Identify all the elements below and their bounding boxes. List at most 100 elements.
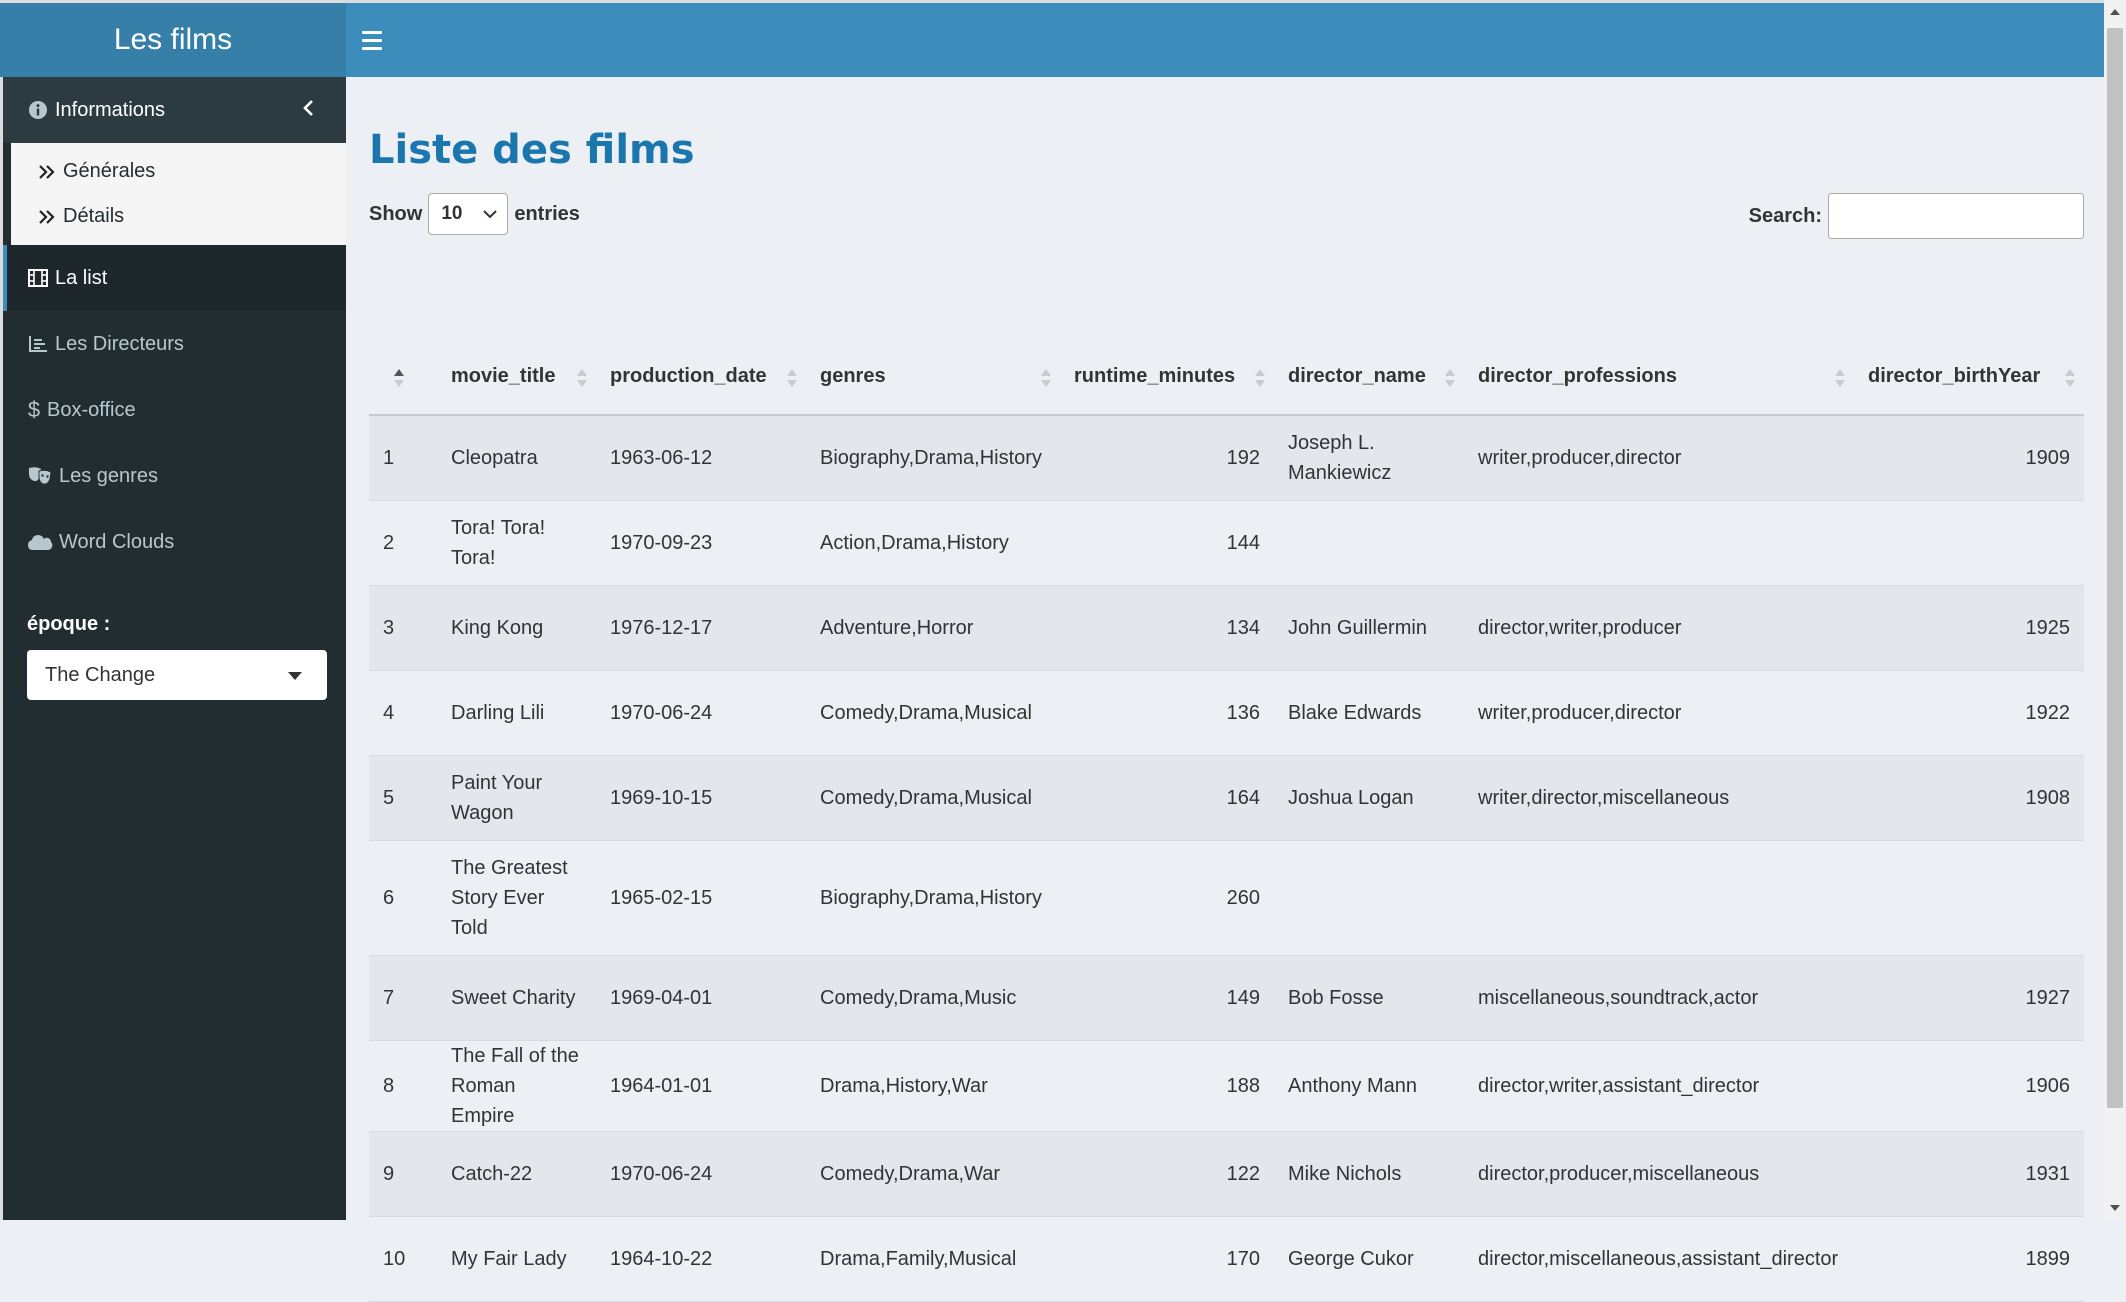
table-row[interactable]: 2 Tora! Tora! Tora! 1970-09-23 Action,Drama… (369, 500, 2084, 585)
table-body: 1 Cleopatra 1963-06-12 Biography,Drama,Hist… (369, 415, 2084, 1301)
table-row[interactable]: 6 The Greatest Story Ever Told 1965-02-15 B… (369, 840, 2084, 955)
column-header-production-date[interactable]: production_date (596, 339, 806, 416)
table-cell-genres: Drama,History,War (820, 1074, 988, 1097)
page-title: Liste des films (369, 127, 695, 173)
sidebar-item-label: Les genres (59, 464, 158, 487)
table-cell-director-name: Joshua Logan (1288, 786, 1414, 809)
scroll-down-arrow-icon[interactable] (2109, 1202, 2121, 1214)
table-cell-index: 8 (383, 1074, 395, 1097)
table-cell-index: 10 (383, 1247, 406, 1270)
table-cell-director-professions: director,writer,assistant_director (1478, 1074, 1760, 1097)
table-cell-index: 9 (383, 1162, 395, 1185)
column-header-index[interactable] (369, 339, 437, 416)
sidebar: Informations Générales Détails La list L… (0, 77, 346, 1220)
sidebar-toggle-icon[interactable] (362, 23, 396, 57)
table-cell-movie-title: Sweet Charity (451, 986, 576, 1009)
table-cell-director-name: Anthony Mann (1288, 1074, 1417, 1097)
table-row[interactable]: 1 Cleopatra 1963-06-12 Biography,Drama,Hist… (369, 415, 2084, 500)
sort-both-icon (2065, 369, 2075, 387)
search-input[interactable] (1828, 193, 2084, 239)
table-cell-director-birthYear: 1899 (2025, 1247, 2071, 1270)
table-cell-index: 4 (383, 701, 395, 724)
table-row[interactable]: 3 King Kong 1976-12-17 Adventure,Horror 134 J… (369, 585, 2084, 670)
table-cell-director-birthYear (1854, 840, 2084, 955)
main-content: Liste des films Show 10 entries Search: … (346, 77, 2104, 1301)
scroll-up-arrow-icon[interactable] (2109, 6, 2121, 18)
sidebar-item-informations[interactable]: Informations (3, 77, 346, 143)
show-label: Show (369, 202, 423, 225)
column-header-runtime-minutes[interactable]: runtime_minutes (1060, 339, 1274, 416)
sidebar-item-les-genres[interactable]: Les genres (3, 443, 346, 509)
double-chevron-right-icon (37, 207, 57, 227)
column-header-genres[interactable]: genres (806, 339, 1060, 416)
sort-both-icon (1255, 369, 1265, 387)
table-row[interactable]: 5 Paint Your Wagon 1969-10-15 Comedy,Drama,… (369, 755, 2084, 840)
entries-label: entries (514, 202, 580, 225)
table-row[interactable]: 10 My Fair Lady 1964-10-22 Drama,Family,Mus… (369, 1216, 2084, 1301)
table-cell-movie-title: Paint Your Wagon (451, 771, 543, 824)
sidebar-item-box-office[interactable]: $ Box-office (3, 377, 346, 443)
table-cell-genres: Biography,Drama,History (820, 446, 1042, 469)
sort-both-icon (577, 369, 587, 387)
epoque-label: époque : (27, 613, 111, 635)
sidebar-subitem-details[interactable]: Détails (11, 194, 346, 239)
sort-both-icon (1835, 369, 1845, 387)
table-cell-movie-title: Tora! Tora! Tora! (451, 516, 546, 569)
film-icon (27, 267, 49, 289)
table-cell-production-date: 1965-02-15 (610, 886, 713, 909)
table-cell-movie-title: Cleopatra (451, 446, 538, 469)
top-navbar: Les films (0, 0, 2126, 77)
table-cell-director-birthYear: 1922 (2025, 701, 2071, 724)
table-cell-index: 6 (383, 886, 395, 909)
sidebar-subitem-generales[interactable]: Générales (11, 149, 346, 194)
table-row[interactable]: 4 Darling Lili 1970-06-24 Comedy,Drama,Musi… (369, 670, 2084, 755)
table-cell-director-professions: miscellaneous,soundtrack,actor (1478, 986, 1759, 1009)
column-header-label: director_professions (1478, 365, 1677, 387)
table-cell-director-birthYear: 1906 (2025, 1074, 2071, 1097)
sidebar-item-word-clouds[interactable]: Word Clouds (3, 509, 346, 575)
column-header-director-name[interactable]: director_name (1274, 339, 1464, 416)
sidebar-item-label: Word Clouds (59, 530, 175, 553)
table-cell-director-name (1274, 840, 1464, 955)
sidebar-item-les-directeurs[interactable]: Les Directeurs (3, 311, 346, 377)
table-cell-production-date: 1970-06-24 (610, 701, 713, 724)
table-cell-index: 5 (383, 786, 395, 809)
chevron-left-icon[interactable] (298, 97, 320, 119)
table-cell-director-name: Joseph L. Mankiewicz (1288, 431, 1392, 484)
table-cell-genres: Comedy,Drama,Music (820, 986, 1017, 1009)
sidebar-item-label: Informations (55, 98, 166, 121)
column-header-movie-title[interactable]: movie_title (437, 339, 596, 416)
table-cell-director-professions: director,producer,miscellaneous (1478, 1162, 1760, 1185)
table-cell-movie-title: The Greatest Story Ever Told (451, 856, 568, 939)
submenu-informations: Générales Détails (11, 143, 346, 245)
table-cell-runtime-minutes: 136 (1226, 701, 1260, 724)
table-cell-runtime-minutes: 170 (1226, 1247, 1260, 1270)
table-cell-genres: Action,Drama,History (820, 531, 1009, 554)
table-row[interactable]: 7 Sweet Charity 1969-04-01 Comedy,Drama,Mus… (369, 955, 2084, 1040)
page-scrollbar[interactable] (2104, 0, 2126, 1220)
table-cell-genres: Comedy,Drama,Musical (820, 786, 1032, 809)
sidebar-item-la-list[interactable]: La list (3, 245, 346, 311)
epoque-select[interactable]: The Change (27, 650, 327, 700)
app-logo[interactable]: Les films (0, 3, 346, 77)
table-cell-director-professions (1464, 840, 1854, 955)
scroll-thumb[interactable] (2107, 28, 2123, 1108)
table-cell-index: 1 (383, 446, 395, 469)
table-cell-index: 3 (383, 616, 395, 639)
table-cell-movie-title: King Kong (451, 616, 544, 639)
length-control: Show 10 entries (369, 193, 580, 235)
table-cell-runtime-minutes: 188 (1226, 1074, 1260, 1097)
table-cell-genres: Drama,Family,Musical (820, 1247, 1017, 1270)
table-cell-director-birthYear (1854, 500, 2084, 585)
table-cell-director-name: John Guillermin (1288, 616, 1427, 639)
column-header-director-professions[interactable]: director_professions (1464, 339, 1854, 416)
column-header-label: production_date (610, 365, 767, 387)
sidebar-item-label: La list (55, 266, 108, 289)
table-row[interactable]: 8 The Fall of the Roman Empire 1964-01-01 D… (369, 1040, 2084, 1131)
table-row[interactable]: 9 Catch-22 1970-06-24 Comedy,Drama,War 122 Mi… (369, 1131, 2084, 1216)
entries-length-select[interactable]: 10 (428, 193, 509, 235)
column-header-director-birthYear[interactable]: director_birthYear (1854, 339, 2084, 416)
search-control: Search: (1749, 193, 2084, 239)
dollar-icon: $ (27, 397, 41, 422)
table-cell-genres: Adventure,Horror (820, 616, 974, 639)
